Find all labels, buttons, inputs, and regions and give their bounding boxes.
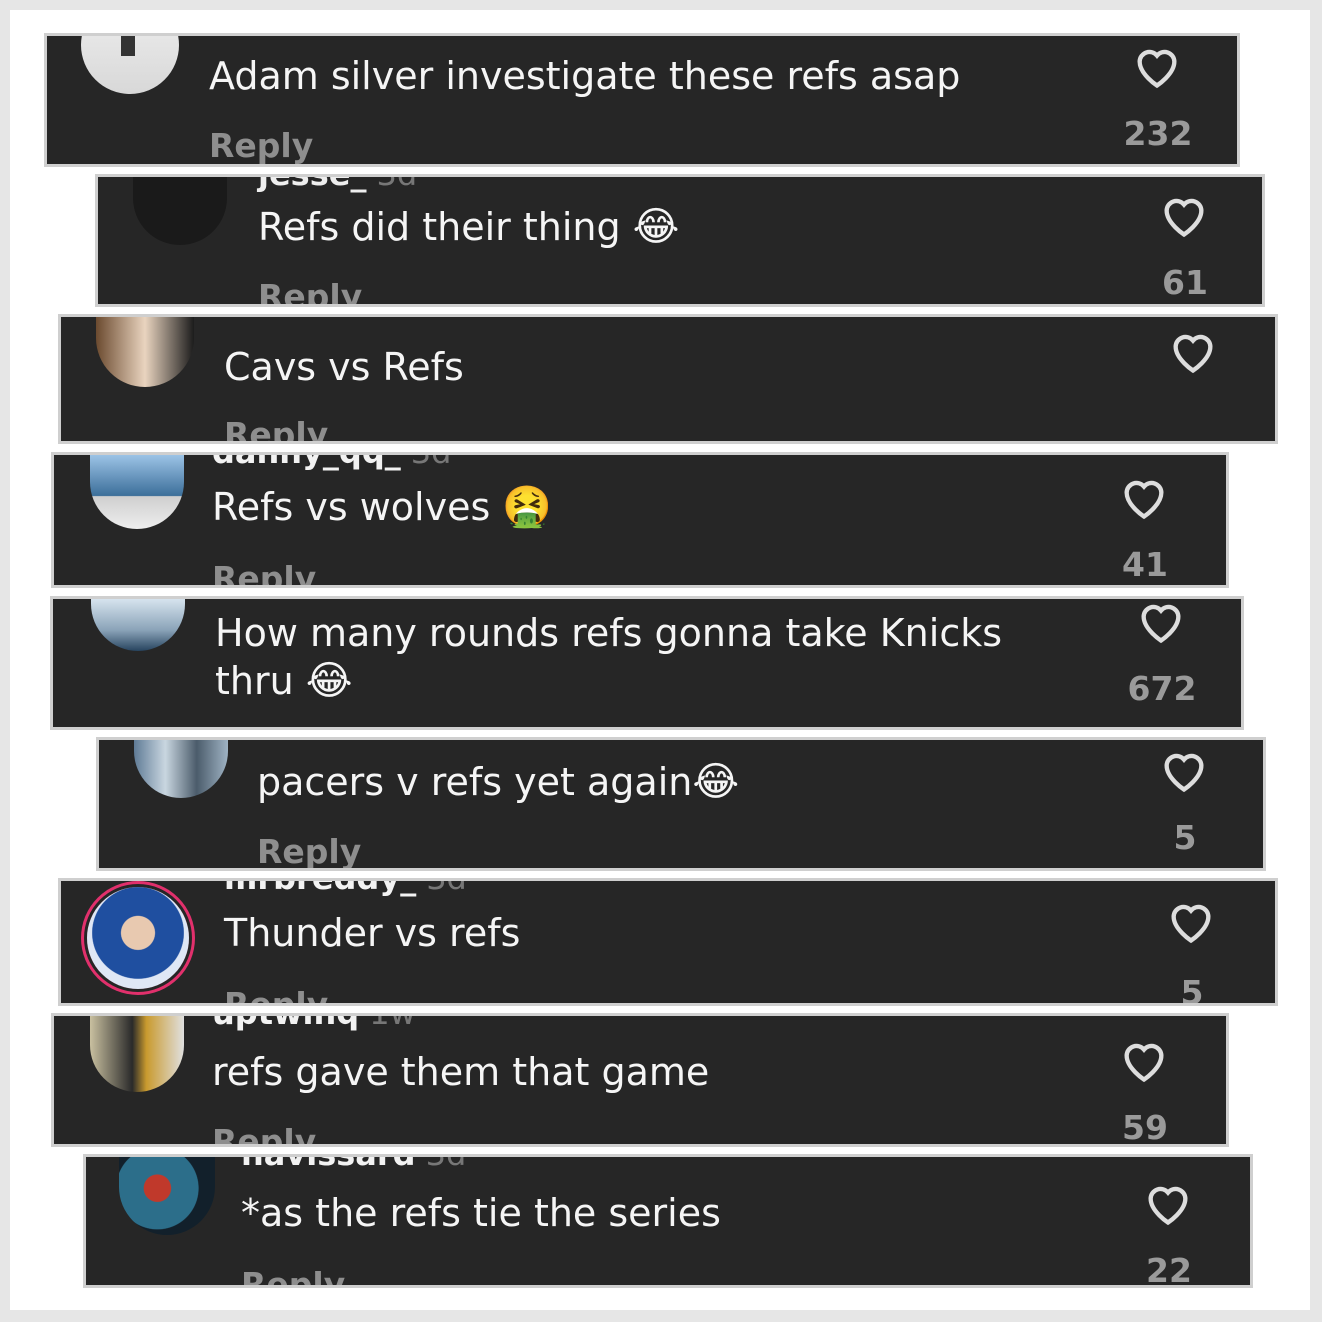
avatar[interactable] [133,177,227,245]
comment-card: navissard 3d *as the refs tie the series … [83,1154,1253,1288]
username[interactable]: mrbreddy_ 3d [224,881,467,897]
heart-outline-icon[interactable] [1158,191,1210,239]
comment-card: pacers v refs yet again😂 Reply 5 [96,737,1266,871]
avatar[interactable] [87,887,189,989]
avatar[interactable] [90,455,184,529]
like-count: 61 [1162,263,1208,302]
comment-card: Adam silver investigate these refs asap … [44,33,1240,167]
laughing-emoji-icon: 😂 [692,759,740,805]
reply-button[interactable]: Reply [257,832,361,868]
comment-text: Adam silver investigate these refs asap [209,54,961,98]
heart-outline-icon[interactable] [1158,746,1210,794]
avatar[interactable] [134,740,228,798]
comment-card: mrbreddy_ 3d Thunder vs refs Reply 5 [58,878,1278,1006]
heart-outline-icon[interactable] [1118,473,1170,521]
heart-outline-icon[interactable] [1165,897,1217,945]
comment-card: How many rounds refs gonna take Knicks t… [50,596,1244,730]
avatar[interactable] [90,1016,184,1092]
heart-outline-icon[interactable] [1167,327,1219,375]
like-count: 41 [1122,545,1168,584]
comment-text: pacers v refs yet again😂 [257,759,740,805]
laughing-emoji-icon: 😂 [632,204,680,250]
comment-text: refs gave them that game [212,1050,710,1094]
like-count: 5 [1180,973,1204,1006]
reply-button[interactable]: Reply [258,277,362,304]
laughing-emoji-icon: 😂 [305,658,353,704]
comment-text: *as the refs tie the series [241,1191,721,1235]
avatar[interactable] [91,599,185,651]
avatar[interactable] [119,1157,215,1235]
comment-card: jesse_ 3d Refs did their thing 😂 Reply 61 [95,174,1265,307]
reply-button[interactable]: Reply [212,1122,316,1144]
like-count: 59 [1122,1108,1168,1147]
comment-text: Cavs vs Refs [224,345,464,389]
like-count: 5 [1173,818,1197,857]
reply-button[interactable]: Reply [241,1265,345,1285]
username[interactable]: jesse_ 3d [258,177,417,193]
avatar[interactable] [81,36,179,94]
username[interactable]: danny_qq_ 3d [212,455,451,471]
like-count: 232 [1123,114,1193,153]
avatar[interactable] [96,317,194,387]
reply-button[interactable]: Reply [224,415,328,441]
username[interactable]: uptwinq 1w [212,1016,416,1032]
like-count: 22 [1146,1251,1192,1288]
reply-button[interactable]: Reply [209,126,313,164]
reply-button[interactable]: Reply [224,985,328,1003]
comment-text: Refs did their thing 😂 [258,204,680,250]
heart-outline-icon[interactable] [1135,597,1187,645]
comment-text-line2: thru 😂 [215,658,353,704]
comment-text: Thunder vs refs [224,911,521,955]
comment-text: Refs vs wolves 🤮 [212,484,553,530]
comment-card: Cavs vs Refs Reply [58,314,1278,444]
comment-text: How many rounds refs gonna take Knicks [215,611,1003,655]
vomiting-emoji-icon: 🤮 [502,484,553,530]
heart-outline-icon[interactable] [1142,1179,1194,1227]
reply-button[interactable]: Reply [212,559,316,585]
username[interactable]: navissard 3d [241,1157,466,1173]
comment-card: danny_qq_ 3d Refs vs wolves 🤮 Reply 41 [51,452,1229,588]
heart-outline-icon[interactable] [1131,42,1183,90]
heart-outline-icon[interactable] [1118,1036,1170,1084]
like-count: 672 [1127,669,1197,708]
comment-card: uptwinq 1w refs gave them that game Reply… [51,1013,1229,1147]
